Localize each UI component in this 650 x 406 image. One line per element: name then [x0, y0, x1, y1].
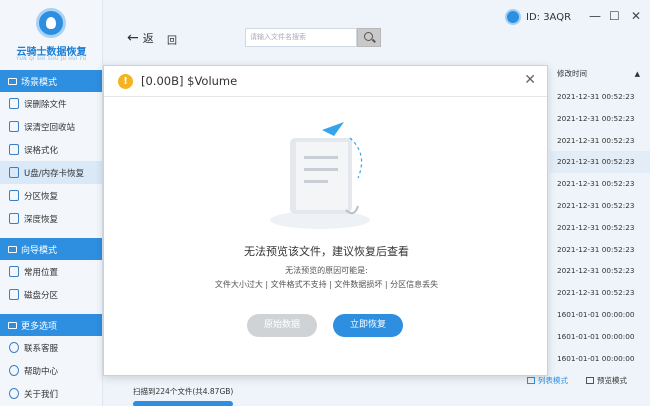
list-mode-label: 列表模式	[538, 376, 568, 385]
scene-mode-icon	[8, 77, 17, 85]
section-label: 更多选项	[21, 321, 58, 332]
scan-status-text: 扫描到224个文件(共4.87GB)	[133, 387, 234, 396]
table-row[interactable]: 1601-01-01 00:00:00	[550, 326, 650, 348]
nav-item-partition[interactable]: 分区恢复	[0, 184, 102, 207]
nav-item-help-center[interactable]: 帮助中心	[0, 359, 102, 382]
nav-item-common-locations[interactable]: 常用位置	[0, 260, 102, 283]
table-row[interactable]: 2021-12-31 00:52:23	[550, 217, 650, 239]
nav-item-label: 误格式化	[24, 145, 59, 156]
section-wizard-mode[interactable]: 向导模式	[0, 238, 102, 260]
section-more-options[interactable]: 更多选项	[0, 314, 102, 336]
sidebar: 云骑士数据恢复 YUN QI SHI SHU JU HUI FU 场景模式 误删…	[0, 0, 103, 406]
logo-subtitle: YUN QI SHI SHU JU HUI FU	[16, 57, 87, 62]
headset-icon	[9, 342, 19, 353]
format-icon	[9, 144, 19, 155]
nav-item-label: 深度恢复	[24, 214, 59, 225]
table-row[interactable]: 2021-12-31 00:52:23	[550, 282, 650, 304]
help-icon	[9, 365, 19, 376]
nav-item-label: 误清空回收站	[24, 122, 76, 133]
window-close-button[interactable]: ✕	[631, 9, 641, 23]
dialog-title: [0.00B] $Volume	[141, 74, 238, 88]
usb-icon	[9, 167, 19, 178]
table-row[interactable]: 2021-12-31 00:52:23	[550, 173, 650, 195]
file-icon	[9, 98, 19, 109]
reason-heading: 无法预览的原因可能是:	[285, 266, 368, 275]
recover-now-button[interactable]: 立即恢复	[333, 314, 403, 337]
deep-scan-icon	[9, 213, 19, 224]
nav-item-recycle-bin[interactable]: 误清空回收站	[0, 115, 102, 138]
column-header-modified-time[interactable]: 修改时间 ▲	[550, 62, 650, 86]
grid-view-icon	[586, 377, 594, 384]
dialog-header: ! [0.00B] $Volume ✕	[104, 66, 547, 97]
reason-list: 文件大小过大 | 文件格式不支持 | 文件数据损坏 | 分区信息丢失	[214, 280, 439, 289]
nav-item-deep-recovery[interactable]: 深度恢复	[0, 207, 102, 230]
list-view-icon	[527, 377, 535, 384]
user-account[interactable]: ID: 3AQR	[505, 9, 571, 25]
nav-item-label: 常用位置	[24, 267, 59, 278]
logo-title: 云骑士数据恢复	[16, 47, 87, 58]
nav-item-format[interactable]: 误格式化	[0, 138, 102, 161]
nav-item-label: 磁盘分区	[24, 290, 59, 301]
nav-item-contact-support[interactable]: 联系客服	[0, 336, 102, 359]
document-illustration-icon	[270, 122, 370, 229]
nav-item-label: 关于我们	[24, 389, 59, 400]
file-list: 2021-12-31 00:52:23 2021-12-31 00:52:23 …	[550, 86, 650, 369]
list-mode-toggle[interactable]: 列表模式	[527, 375, 568, 386]
disk-icon	[9, 289, 19, 300]
table-row[interactable]: 2021-12-31 00:52:23	[550, 151, 650, 174]
table-row[interactable]: 2021-12-31 00:52:23	[550, 239, 650, 261]
minimize-button[interactable]: —	[589, 9, 601, 23]
wizard-mode-icon	[8, 245, 17, 253]
table-row[interactable]: 2021-12-31 00:52:23	[550, 86, 650, 108]
user-id: ID: 3AQR	[526, 11, 572, 23]
nav-item-about[interactable]: 关于我们	[0, 382, 102, 405]
table-row[interactable]: 1601-01-01 00:00:00	[550, 304, 650, 326]
preview-mode-toggle[interactable]: 预览模式	[586, 375, 627, 386]
table-row[interactable]: 2021-12-31 00:52:23	[550, 260, 650, 282]
top-bar: ← 返 回 请输入文件名搜索 ID: 3AQR — ☐ ✕	[103, 0, 650, 62]
preview-mode-label: 预览模式	[597, 376, 627, 385]
partition-icon	[9, 190, 19, 201]
nav-item-label: 帮助中心	[24, 366, 59, 377]
back-label: 返	[142, 32, 154, 45]
nav-item-label: 误删除文件	[24, 99, 67, 110]
location-icon	[9, 266, 19, 277]
more-options-icon	[8, 321, 17, 329]
table-row[interactable]: 2021-12-31 00:52:23	[550, 108, 650, 130]
nav-item-label: 分区恢复	[24, 191, 59, 202]
maximize-button[interactable]: ☐	[609, 9, 620, 23]
app-logo: 云骑士数据恢复 YUN QI SHI SHU JU HUI FU	[0, 0, 102, 70]
raw-data-button[interactable]: 原始数据	[247, 314, 317, 337]
nav-item-label: 联系客服	[24, 343, 59, 354]
preview-dialog: ! [0.00B] $Volume ✕ 无法预览该文件，建议恢复后查看 无法预览…	[103, 65, 548, 376]
info-icon	[9, 388, 19, 399]
section-scene-mode[interactable]: 场景模式	[0, 70, 102, 92]
avatar-icon	[505, 9, 521, 25]
search-button[interactable]	[357, 28, 381, 47]
search-input[interactable]: 请输入文件名搜索	[245, 28, 357, 47]
back-button[interactable]: ← 返	[127, 30, 154, 46]
nav-item-deleted-files[interactable]: 误删除文件	[0, 92, 102, 115]
recycle-bin-icon	[9, 121, 19, 132]
next-button-edge[interactable]	[133, 401, 233, 406]
nav-item-disk-partition[interactable]: 磁盘分区	[0, 283, 102, 306]
preview-error-message: 无法预览该文件，建议恢复后查看	[244, 245, 409, 258]
nav-item-label: U盘/内存卡恢复	[24, 168, 85, 179]
logo-icon	[36, 8, 66, 38]
arrow-left-icon: ←	[127, 30, 139, 46]
dialog-close-button[interactable]: ✕	[524, 72, 536, 88]
home-button[interactable]: 回	[167, 32, 177, 47]
sort-up-icon: ▲	[634, 70, 640, 78]
column-header-label: 修改时间	[557, 69, 587, 78]
table-row[interactable]: 2021-12-31 00:52:23	[550, 130, 650, 152]
table-row[interactable]: 1601-01-01 00:00:00	[550, 348, 650, 370]
warning-icon: !	[118, 74, 133, 89]
scan-status: 扫描到224个文件(共4.87GB)	[133, 386, 234, 406]
section-label: 向导模式	[21, 245, 58, 256]
table-row[interactable]: 2021-12-31 00:52:23	[550, 195, 650, 217]
section-label: 场景模式	[21, 77, 58, 88]
nav-item-usb-card[interactable]: U盘/内存卡恢复	[0, 161, 102, 184]
